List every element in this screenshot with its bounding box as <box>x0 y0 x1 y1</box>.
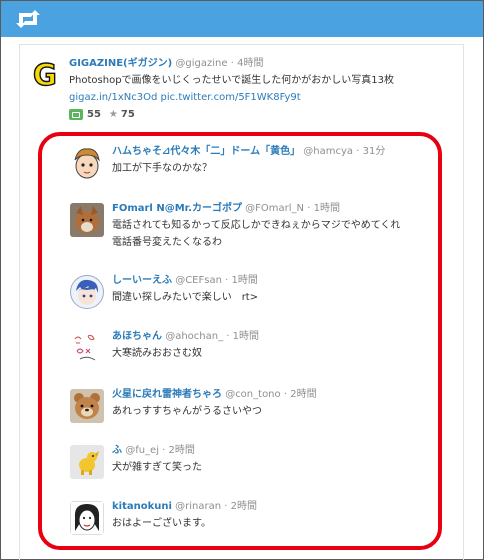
reply-time[interactable]: 2時間 <box>169 445 195 456</box>
blue-hair-avatar[interactable] <box>70 275 104 309</box>
tweet-time[interactable]: 4時間 <box>237 58 263 69</box>
retweet-count-icon[interactable] <box>69 108 83 120</box>
top-bar <box>1 1 483 37</box>
reply-author-handle[interactable]: @fu_ej <box>125 445 159 456</box>
reply-time[interactable]: 1時間 <box>314 203 340 214</box>
tweet-link[interactable]: gigaz.in/1xNc3Od <box>69 92 157 103</box>
drawing-avatar[interactable] <box>70 331 104 365</box>
reply-text: 加工が下手なのかな？ <box>112 163 212 174</box>
separator: · <box>230 58 234 69</box>
gigazine-logo[interactable]: G <box>32 60 60 88</box>
reply-text: あれっすすちゃんがうるさいやつ <box>112 406 262 417</box>
reply-time[interactable]: 31分 <box>363 146 386 157</box>
reply-author-name[interactable]: あほちゃん <box>112 331 162 342</box>
svg-text:G: G <box>33 60 57 88</box>
bear-photo-avatar[interactable] <box>70 389 104 423</box>
reply-author-handle[interactable]: @ahochan_ <box>165 331 223 342</box>
author-name[interactable]: GIGAZINE(ギガジン) <box>69 58 172 69</box>
author-handle[interactable]: @gigazine <box>175 58 227 69</box>
anime-face-avatar[interactable] <box>70 146 104 180</box>
reply-author-handle[interactable]: @con_tono <box>225 389 280 400</box>
reply-item: ハムちゃそ⊿代々木「二」ドーム「黄色」 @hamcya · 31分 加工が下手な… <box>70 146 440 194</box>
reply-item: kitanokuni @rinaran · 2時間 おはよーございます。 <box>70 501 440 549</box>
reply-text: おはよーございます。 <box>112 518 211 529</box>
reply-item: 火星に戻れ雷神者ちゃろ @con_tono · 2時間 あれっすすちゃんがうるさ… <box>70 389 440 437</box>
reply-item: あほちゃん @ahochan_ · 1時間 大寒読みおおさむ奴 <box>70 331 440 379</box>
favorite-count: 75 <box>120 108 135 120</box>
reply-author-handle[interactable]: @hamcya <box>303 146 353 157</box>
star-icon[interactable]: ★ <box>109 109 118 120</box>
reply-time[interactable]: 1時間 <box>231 275 257 286</box>
reply-text: 大寒読みおおさむ奴 <box>112 348 202 359</box>
reply-time[interactable]: 2時間 <box>231 501 257 512</box>
reply-item: FOmarl N@Mr.カーゴポプ @FOmarl_N · 1時間 電話されても… <box>70 203 440 251</box>
reply-author-handle[interactable]: @rinaran <box>175 501 221 512</box>
dog-toy-avatar[interactable] <box>70 445 104 479</box>
fox-photo-avatar[interactable] <box>70 203 104 237</box>
reply-author-name[interactable]: 火星に戻れ雷神者ちゃろ <box>112 389 222 400</box>
reply-text: 電話されても知るかって反応しかできねぇからマジでやめてくれ <box>112 220 401 231</box>
reply-author-name[interactable]: kitanokuni <box>112 501 172 512</box>
reply-author-name[interactable]: しーいーえふ <box>112 275 172 286</box>
tweet-stats: 55 ★ 75 <box>69 106 459 122</box>
reply-author-handle[interactable]: @FOmarl_N <box>245 203 304 214</box>
reply-item: ふ @fu_ej · 2時間 犬が雑すぎて笑った <box>70 445 440 493</box>
reply-text: 間違い探しみたいで楽しい rt> <box>112 292 259 303</box>
reply-author-handle[interactable]: @CEFsan <box>175 275 222 286</box>
reply-item: しーいーえふ @CEFsan · 1時間 間違い探しみたいで楽しい rt> <box>70 275 440 323</box>
reply-text: 犬が雑すぎて笑った <box>112 462 202 473</box>
reply-time[interactable]: 2時間 <box>290 389 316 400</box>
reply-author-name[interactable]: ふ <box>112 445 122 456</box>
tweet-text: Photoshopで画像をいじくったせいで誕生した何かがおかしい写真13枚 <box>69 75 394 86</box>
retweet-icon[interactable] <box>15 9 41 29</box>
reply-text-line2: 電話番号変えたくなるわ <box>112 237 222 248</box>
reply-author-name[interactable]: FOmarl N@Mr.カーゴポプ <box>112 203 242 214</box>
reply-author-name[interactable]: ハムちゃそ⊿代々木「二」ドーム「黄色」 <box>112 146 300 157</box>
reply-time[interactable]: 1時間 <box>233 331 259 342</box>
retweet-count: 55 <box>87 108 101 120</box>
sketch-face-avatar[interactable] <box>70 501 104 535</box>
tweet-pic-link[interactable]: pic.twitter.com/5F1WK8Fy9t <box>161 92 301 103</box>
